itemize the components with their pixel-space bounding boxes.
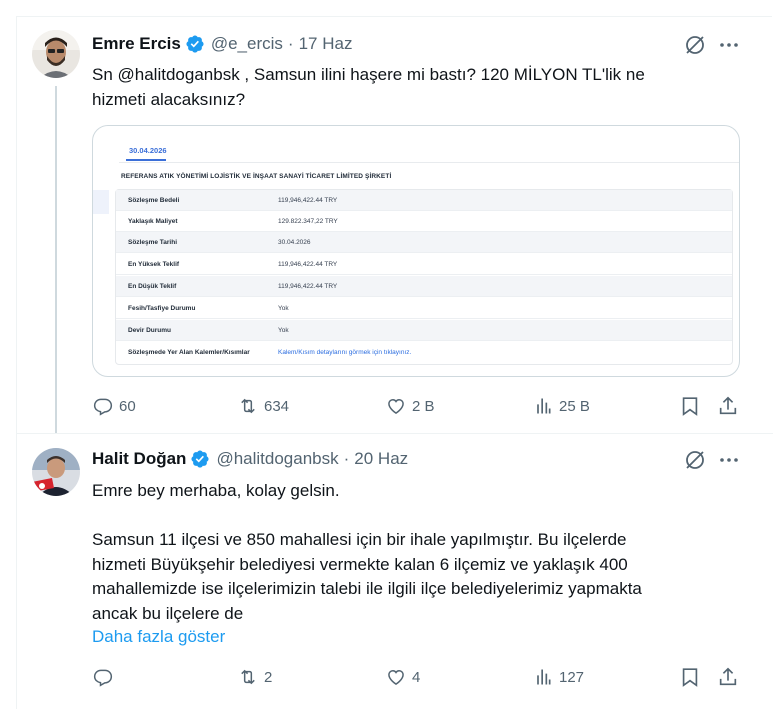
more-icon[interactable] xyxy=(717,448,741,472)
tweet-text-line: hizmeti alacaksınız? xyxy=(92,89,246,109)
author-name[interactable]: Emre Ercis xyxy=(92,34,181,54)
author-name[interactable]: Halit Doğan xyxy=(92,449,186,469)
views-button[interactable]: 127 xyxy=(533,665,584,689)
grok-icon[interactable] xyxy=(683,448,707,472)
row-value: Yok xyxy=(278,305,289,312)
like-button[interactable]: 2 B xyxy=(386,394,435,418)
tweet-text-line: Emre bey merhaba, kolay gelsin. xyxy=(92,481,340,500)
row-key: Devir Durumu xyxy=(128,327,171,334)
separator-dot: · xyxy=(343,449,350,468)
repost-icon xyxy=(241,398,255,414)
action-bar: 60 634 2 B 25 B xyxy=(0,394,773,418)
tweet-text: Emre bey merhaba, kolay gelsin. Samsun 1… xyxy=(92,479,742,626)
tweet-text-line: Samsun 11 ilçesi ve 850 mahallesi için b… xyxy=(92,530,627,549)
grok-icon[interactable] xyxy=(683,33,707,57)
tweet-halit-dogan[interactable]: Halit Doğan @halitdoganbsk · 20 Haz Emre… xyxy=(0,434,773,709)
tweet-text-line xyxy=(92,504,742,529)
row-value: 119,946,422.44 TRY xyxy=(278,197,338,204)
row-key: Yaklaşık Maliyet xyxy=(128,218,178,225)
separator-dot: · xyxy=(287,34,294,53)
timestamp[interactable]: 17 Haz xyxy=(299,34,353,54)
reply-count: 60 xyxy=(119,397,136,415)
verified-badge-icon xyxy=(185,34,205,54)
card-divider xyxy=(119,162,739,163)
like-button[interactable]: 4 xyxy=(386,665,420,689)
row-key: En Düşük Teklif xyxy=(128,283,177,290)
bookmark-icon xyxy=(682,397,698,416)
row-key: Sözleşme Tarihi xyxy=(128,239,178,246)
share-icon xyxy=(719,667,737,686)
views-icon xyxy=(537,669,551,685)
views-count: 25 B xyxy=(559,397,590,415)
row-value: 129.822.347,22 TRY xyxy=(278,218,338,225)
table-row: En Düşük Teklif 119,946,422.44 TRY xyxy=(116,276,732,297)
views-count: 127 xyxy=(559,668,585,686)
table-row: Devir Durumu Yok xyxy=(116,320,732,341)
contract-table: Sözleşme Bedeli 119,946,422.44 TRY Yakla… xyxy=(115,189,733,365)
tweet-text-line: ancak bu ilçelere de xyxy=(92,603,244,623)
bookmark-icon xyxy=(682,668,698,687)
repost-icon xyxy=(241,669,255,685)
card-date-tab: 30.04.2026 xyxy=(129,146,167,155)
like-icon xyxy=(388,398,404,414)
reply-icon xyxy=(93,398,113,416)
timestamp[interactable]: 20 Haz xyxy=(354,449,408,469)
author-handle[interactable]: @e_ercis xyxy=(211,34,283,54)
like-count: 4 xyxy=(412,668,421,686)
tweet-text: Sn @halitdoganbsk , Samsun ilini haşere … xyxy=(92,63,742,112)
views-button[interactable]: 25 B xyxy=(533,394,590,418)
tweet-text-line: hizmeti Büyükşehir belediyesi vermekte k… xyxy=(92,554,628,574)
row-key: Sözleşmede Yer Alan Kalemler/Kısımlar xyxy=(128,349,250,356)
attached-image[interactable]: 30.04.2026 REFERANS ATIK YÖNETİMİ LOJİST… xyxy=(92,125,740,377)
reply-button[interactable]: 60 xyxy=(93,394,136,418)
share-button[interactable] xyxy=(717,666,739,688)
repost-button[interactable]: 2 xyxy=(238,665,272,689)
share-button[interactable] xyxy=(717,395,739,417)
author-handle[interactable]: @halitdoganbsk xyxy=(216,449,338,469)
table-row: Yaklaşık Maliyet 129.822.347,22 TRY xyxy=(116,211,732,232)
card-tab-underline xyxy=(126,159,166,161)
tweet-text-line: Sn @halitdoganbsk , Samsun ilini haşere … xyxy=(92,65,645,84)
reply-icon xyxy=(93,669,113,687)
tweet-emre-ercis[interactable]: Emre Ercis @e_ercis · 17 Haz Sn @halitdo… xyxy=(0,0,773,434)
card-company-name: REFERANS ATIK YÖNETİMİ LOJİSTİK VE İNŞAA… xyxy=(121,173,392,180)
row-value: 119,946,422.44 TRY xyxy=(278,283,338,290)
show-more-link[interactable]: Daha fazla göster xyxy=(92,627,225,647)
row-key: Sözleşme Bedeli xyxy=(128,197,180,204)
like-icon xyxy=(388,669,404,685)
row-value-link: Kalem/Kısım detaylarını görmek için tıkl… xyxy=(278,349,412,356)
reply-button[interactable] xyxy=(93,665,119,689)
repost-count: 634 xyxy=(264,397,290,415)
table-row: Fesih/Tasfiye Durumu Yok xyxy=(116,298,732,319)
card-left-highlight xyxy=(93,190,109,214)
bookmark-button[interactable] xyxy=(679,666,701,688)
verified-badge-icon xyxy=(190,449,210,469)
avatar[interactable] xyxy=(32,30,80,78)
avatar[interactable] xyxy=(32,448,80,496)
bookmark-button[interactable] xyxy=(679,395,701,417)
row-value: Yok xyxy=(278,327,289,334)
views-icon xyxy=(537,398,551,414)
more-icon[interactable] xyxy=(717,33,741,57)
tweet-header: Halit Doğan @halitdoganbsk · 20 Haz xyxy=(92,448,408,470)
row-key: Fesih/Tasfiye Durumu xyxy=(128,305,196,312)
table-row: Sözleşme Tarihi 30.04.2026 xyxy=(116,232,732,253)
repost-button[interactable]: 634 xyxy=(238,394,289,418)
repost-count: 2 xyxy=(264,668,273,686)
table-row: En Yüksek Teklif 119,946,422.44 TRY xyxy=(116,254,732,275)
row-value: 119,946,422.44 TRY xyxy=(278,261,338,268)
table-row: Sözleşme Bedeli 119,946,422.44 TRY xyxy=(116,190,732,211)
row-value: 30.04.2026 xyxy=(278,239,311,246)
tweet-header: Emre Ercis @e_ercis · 17 Haz xyxy=(92,33,352,55)
row-key: En Yüksek Teklif xyxy=(128,261,180,268)
tweet-text-line: mahallemizde ise ilçelerimizin talebi il… xyxy=(92,579,642,598)
table-row: Sözleşmede Yer Alan Kalemler/Kısımlar Ka… xyxy=(116,342,732,363)
share-icon xyxy=(719,396,737,415)
like-count: 2 B xyxy=(412,397,435,415)
action-bar: 2 4 127 xyxy=(0,665,773,689)
thread-line xyxy=(55,86,57,434)
